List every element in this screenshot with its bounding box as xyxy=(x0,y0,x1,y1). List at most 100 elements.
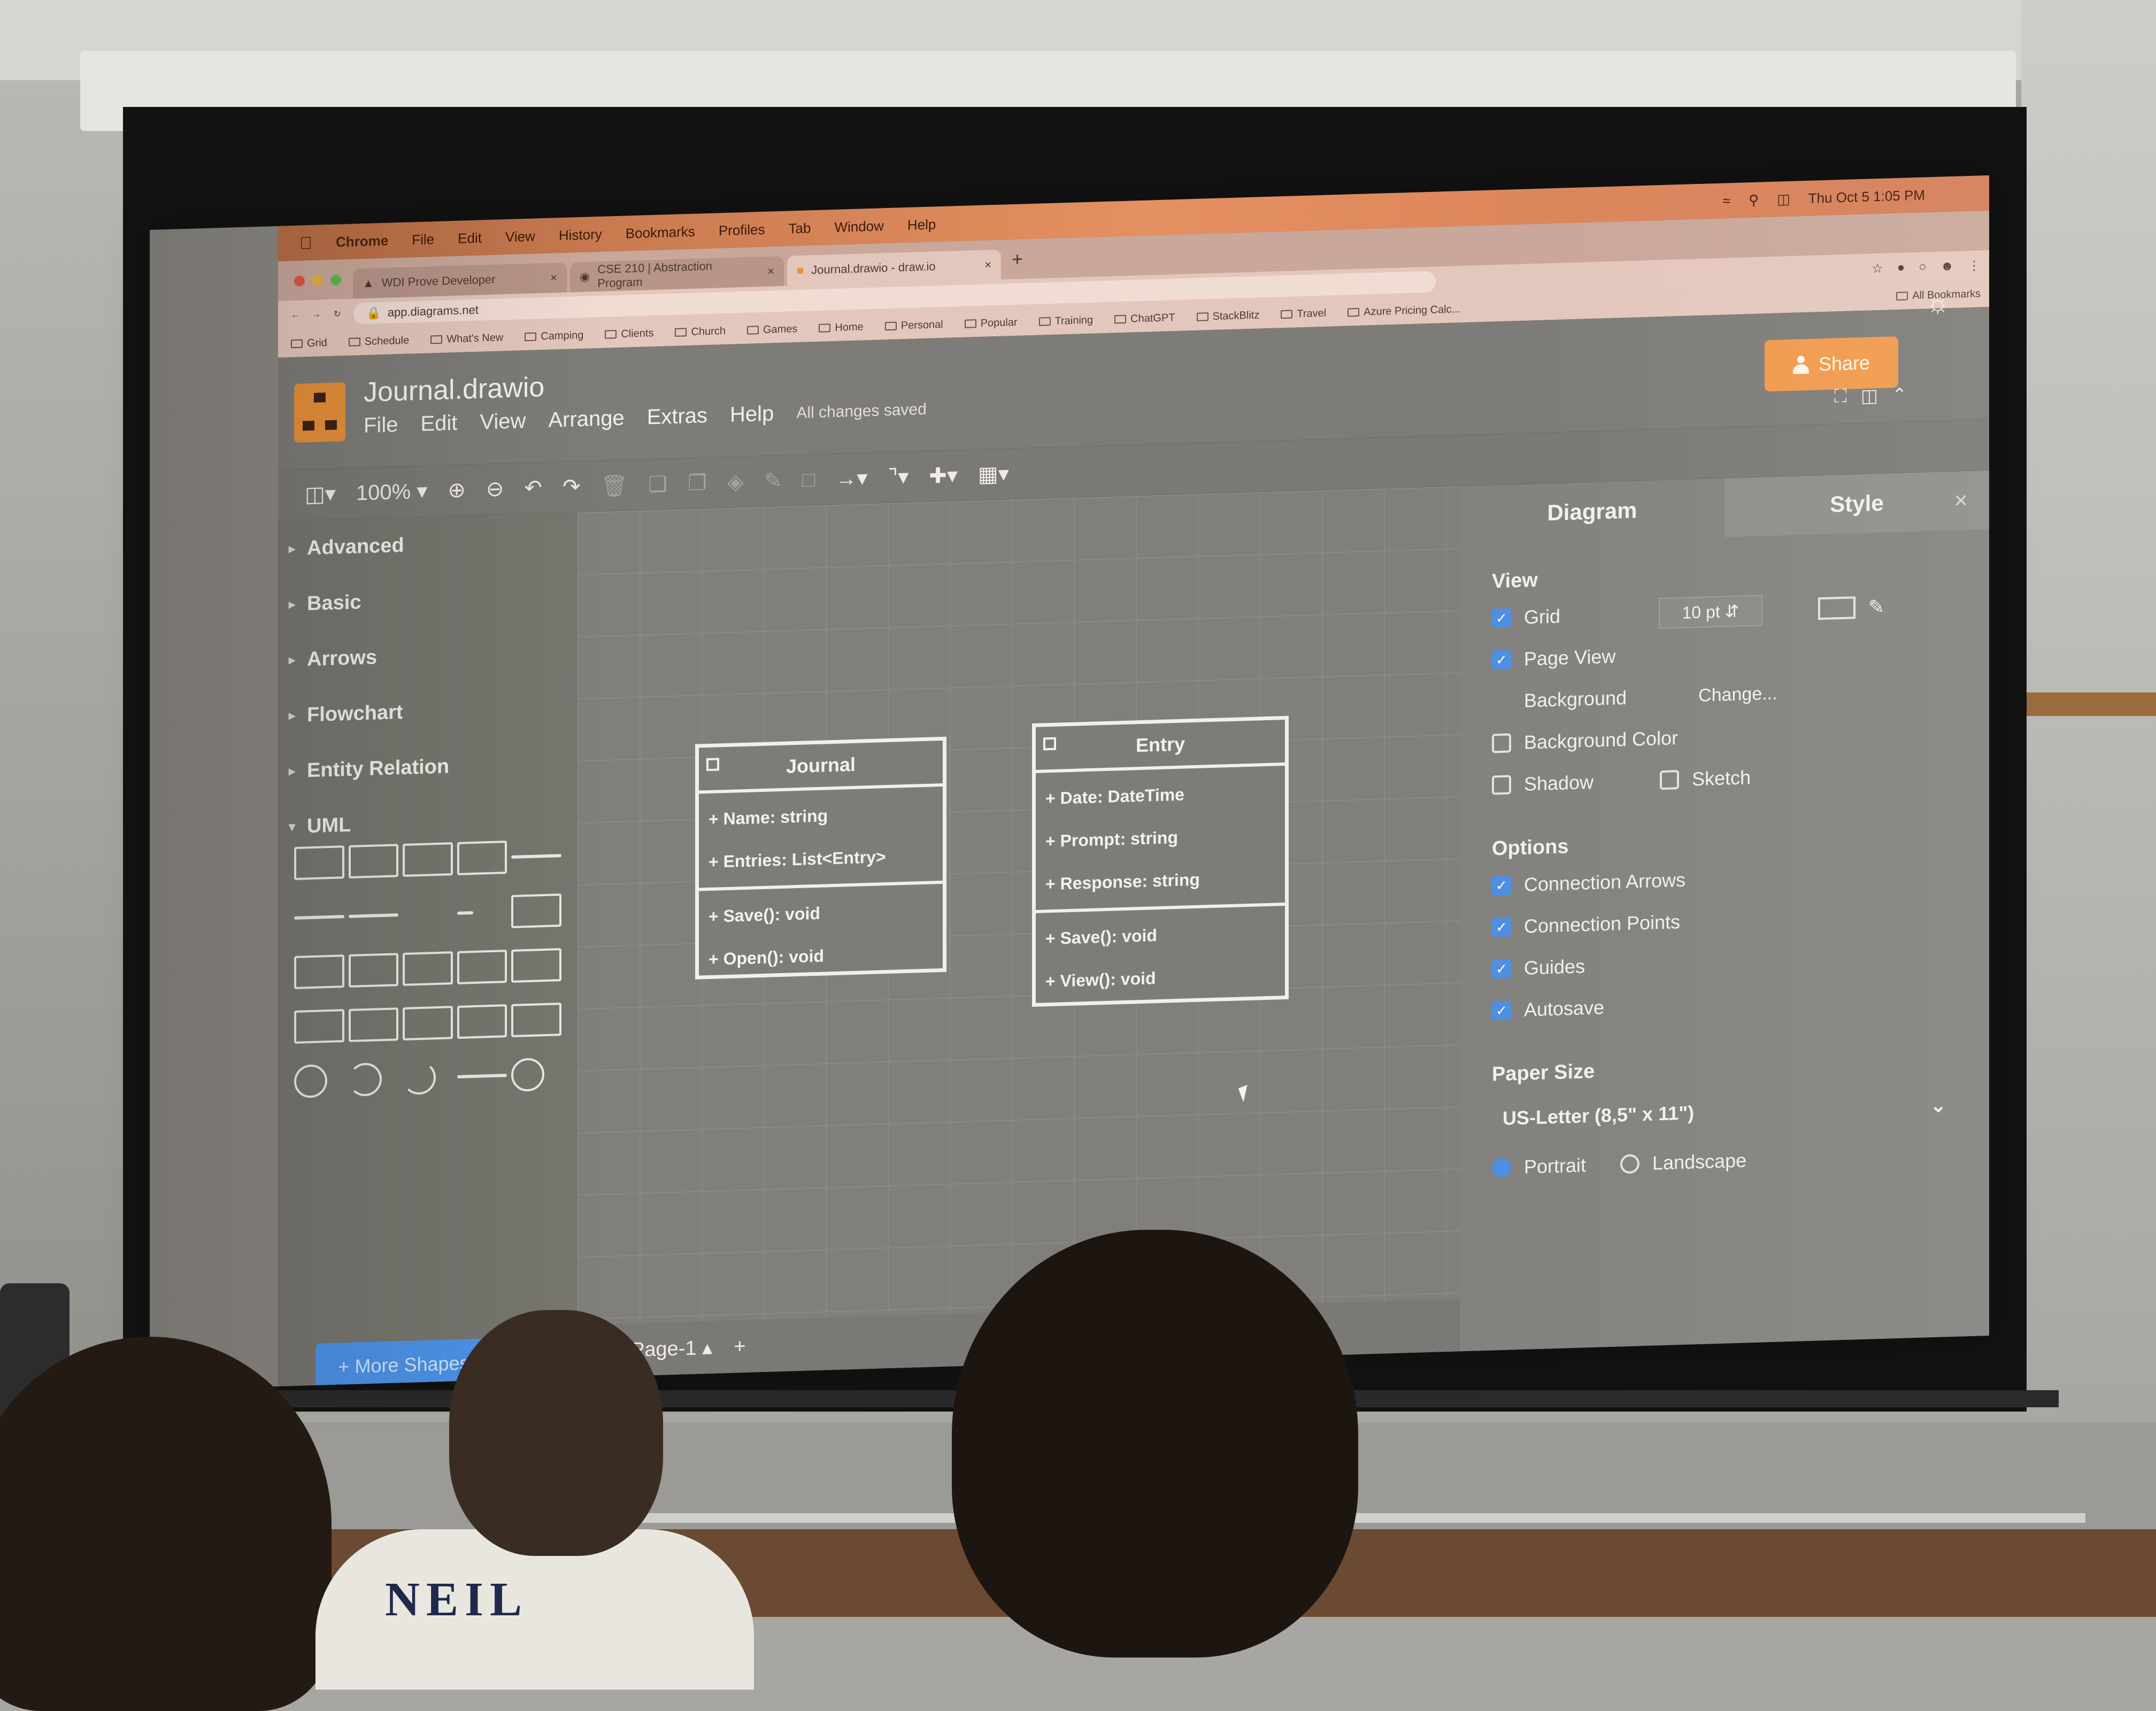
shape-section-entity-relation[interactable]: ▸ Entity Relation xyxy=(278,735,578,799)
connection-icon[interactable]: →▾ xyxy=(835,466,867,491)
uml-shape[interactable] xyxy=(348,844,399,878)
guides-checkbox[interactable]: ✓ xyxy=(1492,959,1511,979)
landscape-radio[interactable] xyxy=(1620,1154,1640,1174)
theme-sun-icon[interactable]: ☼ xyxy=(1925,287,1951,319)
menu-help[interactable]: Help xyxy=(730,402,774,427)
shape-section-advanced[interactable]: ▸ Advanced xyxy=(278,512,578,577)
uml-shape[interactable] xyxy=(457,911,473,915)
uml-shape[interactable] xyxy=(457,1004,507,1039)
uml-shape[interactable] xyxy=(511,893,561,928)
apple-icon[interactable]:  xyxy=(299,233,312,253)
menu-arrange[interactable]: Arrange xyxy=(548,406,624,433)
uml-attribute[interactable]: + Entries: List<Entry> xyxy=(699,834,943,884)
uml-shape[interactable] xyxy=(403,951,453,986)
uml-shape[interactable] xyxy=(511,1058,545,1092)
bookmark-star-icon[interactable]: ☆ xyxy=(1872,260,1883,276)
uml-shape[interactable] xyxy=(294,1064,327,1098)
bookmark-item[interactable]: Home xyxy=(819,321,864,334)
close-tab-icon[interactable]: × xyxy=(550,271,557,284)
bookmark-item[interactable]: Personal xyxy=(884,318,943,332)
zoom-in-icon[interactable]: ⊕ xyxy=(448,477,466,503)
redo-icon[interactable]: ↷ xyxy=(563,474,581,499)
paper-size-select[interactable]: US-Letter (8,5" x 11") ⌄ xyxy=(1492,1084,1957,1140)
sketch-checkbox[interactable] xyxy=(1660,770,1680,790)
uml-shape[interactable] xyxy=(457,1074,507,1078)
to-front-icon[interactable]: ❏ xyxy=(648,472,667,497)
line-color-icon[interactable]: ✎ xyxy=(764,468,782,494)
more-menu-icon[interactable]: ⋮ xyxy=(1968,258,1981,274)
menu-item-history[interactable]: History xyxy=(559,226,602,243)
menu-item-profiles[interactable]: Profiles xyxy=(719,221,765,239)
uml-shape[interactable] xyxy=(511,854,561,859)
table-icon[interactable]: ▦▾ xyxy=(978,461,1009,487)
menu-item-window[interactable]: Window xyxy=(834,218,883,236)
menu-item-help[interactable]: Help xyxy=(907,216,936,234)
back-icon[interactable]: ← xyxy=(291,311,299,320)
uml-shape[interactable] xyxy=(294,845,344,880)
menu-extras[interactable]: Extras xyxy=(647,404,707,429)
menu-edit[interactable]: Edit xyxy=(420,411,457,436)
shape-section-flowchart[interactable]: ▸ Flowchart xyxy=(278,679,578,744)
uml-shape[interactable] xyxy=(348,1062,382,1097)
menu-app-name[interactable]: Chrome xyxy=(336,232,388,250)
uml-shape[interactable] xyxy=(511,948,561,983)
bookmark-item[interactable]: Azure Pricing Calc... xyxy=(1348,303,1460,319)
uml-shape[interactable] xyxy=(348,913,399,918)
menu-file[interactable]: File xyxy=(364,413,398,438)
bookmark-item[interactable]: Schedule xyxy=(348,334,409,348)
menu-item-tab[interactable]: Tab xyxy=(789,220,811,237)
autosave-checkbox[interactable]: ✓ xyxy=(1492,1000,1511,1021)
grid-color-swatch[interactable] xyxy=(1818,596,1856,620)
menu-view[interactable]: View xyxy=(480,409,526,435)
uml-attribute[interactable]: + Date: DateTime xyxy=(1036,770,1285,820)
bookmark-item[interactable]: Church xyxy=(675,325,726,339)
connection-points-checkbox[interactable]: ✓ xyxy=(1492,917,1511,937)
shape-section-arrows[interactable]: ▸ Arrows xyxy=(278,623,578,688)
collapse-icon[interactable] xyxy=(1043,737,1056,751)
format-panel-toggle-icon[interactable]: ◫ xyxy=(1861,385,1878,407)
bookmark-item[interactable]: Grid xyxy=(291,337,327,350)
connection-arrows-checkbox[interactable]: ✓ xyxy=(1492,875,1511,896)
to-back-icon[interactable]: ❐ xyxy=(688,471,707,496)
change-background-button[interactable]: Change... xyxy=(1698,683,1777,706)
uml-shape[interactable] xyxy=(457,950,507,984)
bookmark-item[interactable]: Training xyxy=(1038,314,1093,328)
bookmark-item[interactable]: StackBlitz xyxy=(1196,309,1259,323)
bookmark-item[interactable]: Games xyxy=(746,323,797,337)
close-icon[interactable]: × xyxy=(1954,487,1968,514)
uml-shape[interactable] xyxy=(348,953,399,988)
menu-clock[interactable]: Thu Oct 5 1:05 PM xyxy=(1808,187,1925,206)
bookmark-item[interactable]: Travel xyxy=(1281,307,1326,321)
uml-method[interactable]: + Save(): void xyxy=(699,888,943,938)
uml-shape[interactable] xyxy=(348,1007,399,1042)
wifi-icon[interactable]: ≈ xyxy=(1723,192,1730,209)
collapse-header-icon[interactable]: ⌃ xyxy=(1892,384,1907,406)
add-page-icon[interactable]: + xyxy=(734,1335,745,1358)
menu-item-bookmarks[interactable]: Bookmarks xyxy=(626,223,695,242)
uml-shape[interactable] xyxy=(403,1061,436,1095)
control-center-icon[interactable]: ◫ xyxy=(1777,190,1790,207)
uml-shape[interactable] xyxy=(294,1009,344,1044)
extension-icon[interactable]: ● xyxy=(1897,260,1905,275)
delete-icon[interactable]: 🗑 xyxy=(600,473,628,499)
profile-icon[interactable]: ☻ xyxy=(1941,258,1954,274)
view-panels-icon[interactable]: ◫▾ xyxy=(305,482,336,507)
uml-attribute[interactable]: + Prompt: string xyxy=(1036,813,1285,863)
undo-icon[interactable]: ↶ xyxy=(524,475,542,500)
share-button[interactable]: Share xyxy=(1765,336,1898,392)
uml-shape[interactable] xyxy=(511,1003,561,1037)
waypoints-icon[interactable]: ⌝▾ xyxy=(888,465,908,490)
menu-item-file[interactable]: File xyxy=(412,231,434,248)
file-title[interactable]: Journal.drawio xyxy=(364,371,544,409)
edit-grid-color-icon[interactable]: ✎ xyxy=(1868,596,1884,619)
portrait-radio[interactable] xyxy=(1492,1158,1511,1178)
grid-checkbox[interactable]: ✓ xyxy=(1492,608,1511,628)
zoom-select[interactable]: 100% ▾ xyxy=(356,479,428,506)
zoom-out-icon[interactable]: ⊖ xyxy=(486,476,504,502)
menu-item-edit[interactable]: Edit xyxy=(458,229,482,246)
new-tab-icon[interactable]: + xyxy=(1004,248,1023,271)
shape-section-basic[interactable]: ▸ Basic xyxy=(278,568,578,633)
menu-item-view[interactable]: View xyxy=(505,228,535,245)
fullscreen-icon[interactable]: ⛶ xyxy=(1834,386,1847,408)
uml-shape[interactable] xyxy=(403,842,453,877)
